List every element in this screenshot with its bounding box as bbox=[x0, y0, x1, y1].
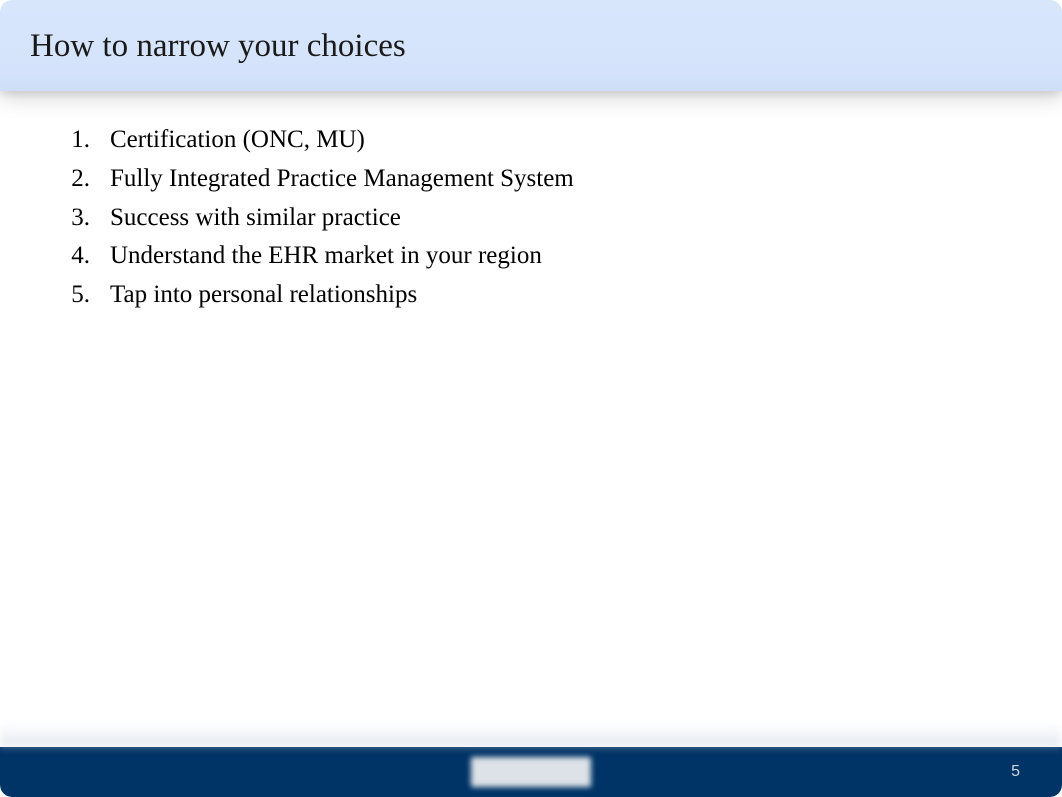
slide-header: How to narrow your choices bbox=[0, 0, 1062, 91]
slide-footer: 5 bbox=[0, 747, 1062, 797]
list-item: Understand the EHR market in your region bbox=[70, 237, 1032, 276]
footer-logo bbox=[471, 757, 591, 787]
slide-content: Certification (ONC, MU) Fully Integrated… bbox=[0, 91, 1062, 315]
list-item: Certification (ONC, MU) bbox=[70, 121, 1032, 160]
slide-title: How to narrow your choices bbox=[30, 28, 1032, 65]
list-item: Success with similar practice bbox=[70, 199, 1032, 238]
list-item: Tap into personal relationships bbox=[70, 276, 1032, 315]
numbered-list: Certification (ONC, MU) Fully Integrated… bbox=[70, 121, 1032, 315]
list-item: Fully Integrated Practice Management Sys… bbox=[70, 160, 1032, 199]
page-number: 5 bbox=[1011, 763, 1020, 781]
slide: How to narrow your choices Certification… bbox=[0, 0, 1062, 797]
